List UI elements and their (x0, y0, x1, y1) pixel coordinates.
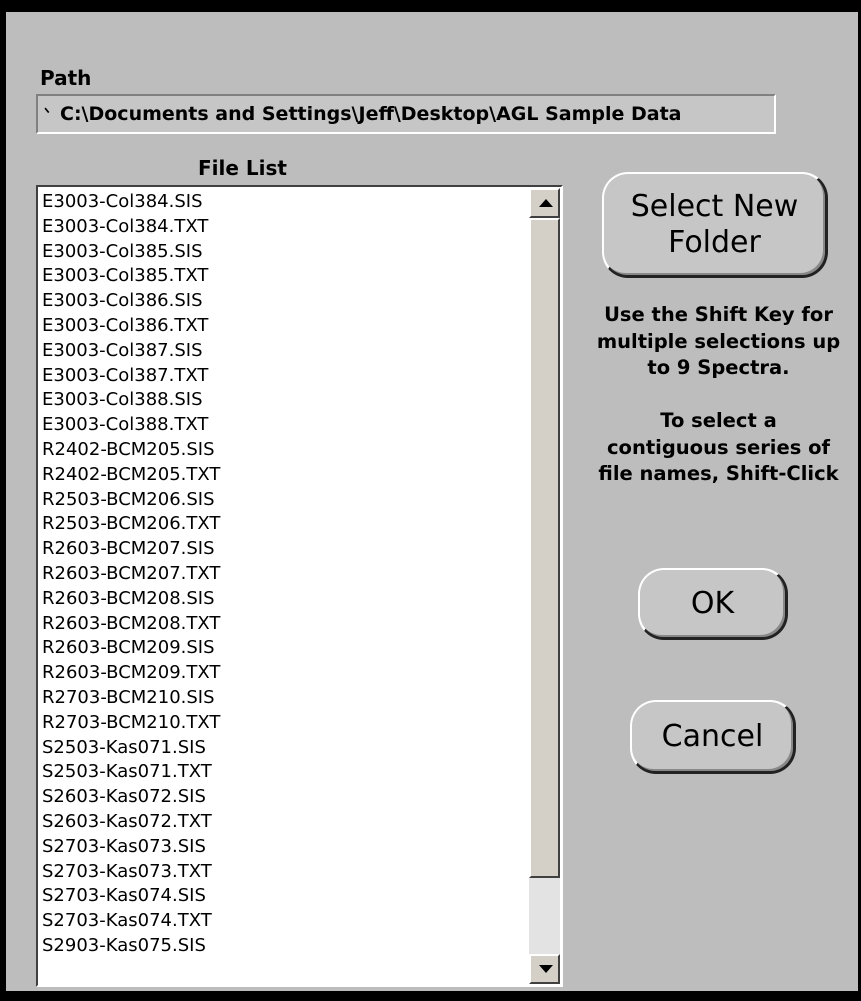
list-item[interactable]: R2503-BCM206.TXT (40, 512, 530, 537)
scroll-down-button[interactable] (529, 954, 560, 984)
list-item[interactable]: S2703-Kas073.SIS (40, 835, 530, 860)
list-item[interactable]: S2603-Kas072.TXT (40, 810, 530, 835)
list-item[interactable]: R2703-BCM210.TXT (40, 711, 530, 736)
tree-icon: ᐠ (44, 106, 50, 122)
list-item[interactable]: S2603-Kas072.SIS (40, 785, 530, 810)
arrow-up-icon (539, 199, 553, 207)
path-label: Path (40, 66, 92, 90)
list-item[interactable]: E3003-Col387.TXT (40, 364, 530, 389)
list-item[interactable]: E3003-Col385.TXT (40, 264, 530, 289)
file-list-items: E3003-Col384.SIS E3003-Col384.TXT E3003-Co… (40, 190, 530, 959)
list-item[interactable]: S2703-Kas074.TXT (40, 909, 530, 934)
list-item[interactable]: E3003-Col384.TXT (40, 215, 530, 240)
list-item[interactable]: R2503-BCM206.SIS (40, 488, 530, 513)
list-item[interactable]: E3003-Col387.SIS (40, 339, 530, 364)
path-value: C:\Documents and Settings\Jeff\Desktop\A… (60, 103, 682, 125)
list-item[interactable]: R2603-BCM209.SIS (40, 636, 530, 661)
list-item[interactable]: E3003-Col388.SIS (40, 388, 530, 413)
list-item[interactable]: S2903-Kas075.SIS (40, 934, 530, 959)
list-item[interactable]: S2503-Kas071.SIS (40, 736, 530, 761)
cancel-button[interactable]: Cancel (630, 700, 796, 774)
list-item[interactable]: R2603-BCM207.SIS (40, 537, 530, 562)
list-item[interactable]: E3003-Col386.TXT (40, 314, 530, 339)
list-item[interactable]: S2703-Kas074.SIS (40, 884, 530, 909)
file-list-scrollbar[interactable] (529, 188, 560, 984)
list-item[interactable]: E3003-Col385.SIS (40, 240, 530, 265)
list-item[interactable]: S2703-Kas073.TXT (40, 860, 530, 885)
scroll-up-button[interactable] (529, 188, 560, 218)
select-new-folder-button[interactable]: Select New Folder (602, 172, 828, 278)
list-item[interactable]: R2402-BCM205.TXT (40, 463, 530, 488)
list-item[interactable]: R2603-BCM208.SIS (40, 587, 530, 612)
list-item[interactable]: R2603-BCM208.TXT (40, 612, 530, 637)
list-item[interactable]: R2603-BCM207.TXT (40, 562, 530, 587)
help-text: Use the Shift Key for multiple selection… (596, 303, 841, 485)
list-item[interactable]: E3003-Col384.SIS (40, 190, 530, 215)
list-item[interactable]: R2603-BCM209.TXT (40, 661, 530, 686)
arrow-down-icon (539, 965, 553, 973)
list-item[interactable]: R2402-BCM205.SIS (40, 438, 530, 463)
file-list[interactable]: E3003-Col384.SIS E3003-Col384.TXT E3003-Co… (36, 185, 563, 987)
file-list-label: File List (198, 156, 287, 180)
list-item[interactable]: E3003-Col388.TXT (40, 413, 530, 438)
ok-button[interactable]: OK (638, 568, 788, 640)
scroll-thumb[interactable] (529, 218, 560, 878)
list-item[interactable]: E3003-Col386.SIS (40, 289, 530, 314)
list-item[interactable]: S2503-Kas071.TXT (40, 760, 530, 785)
dialog-window: Path ᐠ C:\Documents and Settings\Jeff\De… (0, 0, 861, 1001)
list-item[interactable]: R2703-BCM210.SIS (40, 686, 530, 711)
